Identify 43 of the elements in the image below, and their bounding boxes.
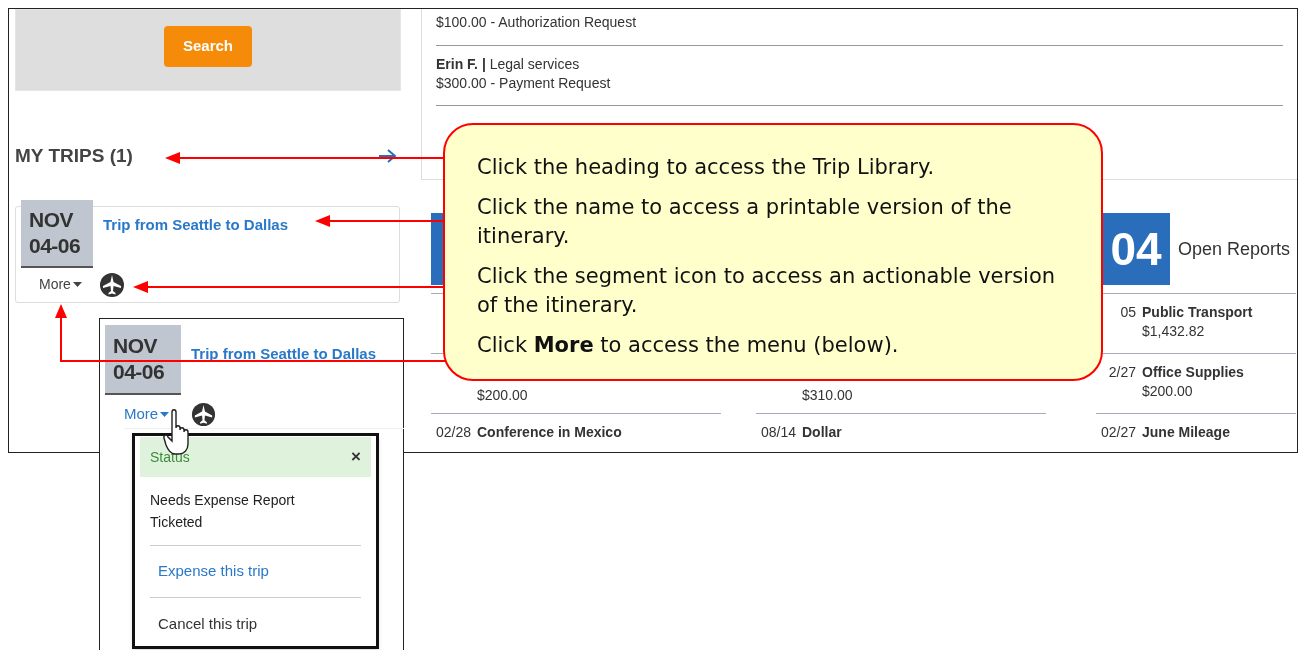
caret-icon [160,412,170,417]
airplane-icon[interactable] [98,271,125,298]
callout-text: Click the name to access a printable version of the itinerary. [477,194,1013,250]
trip-title-link[interactable]: Trip from Seattle to Dallas [191,343,377,395]
trip-month: NOV [113,333,158,359]
row-date: 02/27 [1099,423,1136,442]
status-line: Ticketed [150,513,204,532]
count-tile: 04 [1102,213,1170,285]
callout-text: Click the segment icon to access an actionable version of the itinerary. [477,263,1057,319]
trip-dates: 04-06 [113,359,166,385]
row-name[interactable]: Public Transport [1142,303,1253,322]
more-dropdown[interactable]: More [39,274,82,295]
callout-text: Click the heading to access the Trip Library. [477,154,936,181]
more-dropdown[interactable]: More [124,403,170,426]
row-name[interactable]: Dollar [802,423,842,442]
trip-month: NOV [29,206,74,233]
request-amount: $300.00 - Payment Request [436,74,612,93]
trip-title-link[interactable]: Trip from Seattle to Dallas [103,213,289,268]
row-name[interactable]: Conference in Mexico [477,423,622,442]
callout-text: Click More to access the menu (below). [477,332,900,359]
column-title: Open Reports [1178,237,1291,261]
row-date: 08/14 [759,423,796,442]
my-trips-heading[interactable]: MY TRIPS (1) [15,142,133,171]
row-name[interactable]: Office Supplies [1142,363,1244,382]
request-title[interactable]: Erin F. | Legal services [436,55,1283,74]
request-amount: $100.00 - Authorization Request [436,13,638,32]
row-amount: $1,432.82 [1142,322,1206,341]
row-date: 02/28 [434,423,471,442]
row-amount: $200.00 [477,386,528,405]
row-date: 05 [1119,303,1136,322]
trip-dates: 04-06 [29,232,82,259]
arrow-right-icon[interactable] [377,148,397,165]
row-amount: $200.00 [1142,382,1194,401]
row-date: 2/27 [1107,363,1136,382]
menu-header-title: Status [150,447,190,467]
row-amount: $310.00 [802,386,853,405]
status-line: Needs Expense Report [150,491,296,510]
close-button[interactable]: × [351,444,361,470]
row-name[interactable]: June Mileage [1142,423,1230,442]
menu-action[interactable]: Cancel this trip [158,612,258,636]
caret-icon [72,282,82,287]
airplane-icon[interactable] [191,402,217,427]
menu-action[interactable]: Expense this trip [158,560,269,583]
